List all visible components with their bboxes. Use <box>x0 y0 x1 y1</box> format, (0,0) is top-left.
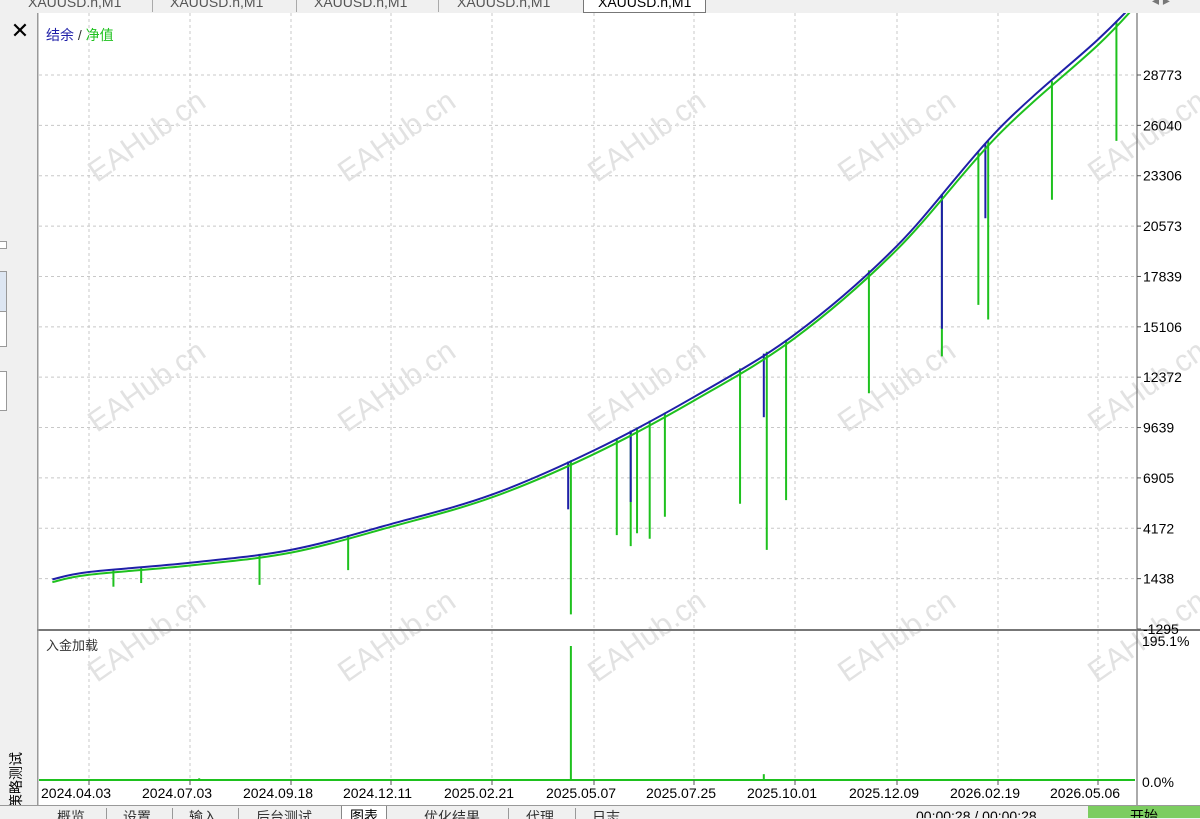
watermark-text: EAHub.cn <box>332 584 462 689</box>
close-panel-button[interactable]: ✕ <box>8 20 32 44</box>
start-button[interactable]: 开始 <box>1088 806 1200 818</box>
watermark-text: EAHub.cn <box>332 84 462 189</box>
time-tick-label: 2025.05.07 <box>546 785 616 801</box>
time-tick-label: 2024.04.03 <box>41 785 111 801</box>
elapsed-timer: 00:00:28 / 00:00:28 <box>916 808 1037 818</box>
price-tick-label: 26040 <box>1143 117 1182 133</box>
price-tick-label: 23306 <box>1143 168 1182 184</box>
watermark-text: EAHub.cn <box>1082 334 1200 439</box>
price-tick-label: 9639 <box>1143 420 1174 436</box>
price-tick-label: 6905 <box>1143 470 1174 486</box>
time-tick-label: 2024.07.03 <box>142 785 212 801</box>
deposit-axis-min: 0.0% <box>1142 774 1174 790</box>
tab-graph[interactable]: 图表 <box>341 806 387 819</box>
chart-tab-5-active[interactable]: XAUUSD.h,M1 <box>583 0 707 13</box>
tab-divider <box>438 0 439 12</box>
legend-separator: / <box>74 27 86 43</box>
strategy-tester-title: 策略测试 <box>8 752 24 808</box>
strip-handle <box>0 241 7 249</box>
deposit-load-label: 入金加载 <box>46 638 98 653</box>
tab-divider <box>106 808 107 819</box>
price-tick-label: 15106 <box>1143 319 1182 335</box>
tab-optimization-results[interactable]: 优化结果 <box>424 807 480 819</box>
strip-panel <box>0 371 7 411</box>
strip-panel <box>0 271 7 313</box>
chart-tab-strip: XAUUSD.h,M1 XAUUSD.h,M1 XAUUSD.h,M1 XAUU… <box>0 0 1200 13</box>
watermark-text: EAHub.cn <box>582 584 712 689</box>
strip-panel <box>0 311 7 347</box>
legend-balance: 结余 <box>46 27 74 43</box>
time-tick-label: 2024.12.11 <box>343 785 412 801</box>
chart-legend: 结余 / 净值 <box>46 27 114 43</box>
price-tick-label: 20573 <box>1143 218 1182 234</box>
watermark-text: EAHub.cn <box>82 84 212 189</box>
price-tick-label: 4172 <box>1143 520 1174 536</box>
price-tick-label: 28773 <box>1143 67 1182 83</box>
price-tick-label: 1438 <box>1143 571 1174 587</box>
time-tick-label: 2025.02.21 <box>444 785 514 801</box>
watermark-text: EAHub.cn <box>1082 84 1200 189</box>
tab-settings[interactable]: 设置 <box>123 807 151 819</box>
tab-divider <box>575 808 576 819</box>
time-tick-label: 2025.07.25 <box>646 785 716 801</box>
equity-line <box>52 13 1131 584</box>
time-tick-label: 2024.09.18 <box>243 785 313 801</box>
scroll-left-arrow-icon[interactable]: ◂ ▸ <box>1152 0 1170 9</box>
chart-tab-3[interactable]: XAUUSD.h,M1 <box>314 0 407 12</box>
tab-divider <box>508 808 509 819</box>
watermark-text: EAHub.cn <box>582 84 712 189</box>
watermark-text: EAHub.cn <box>332 334 462 439</box>
chart-tab-4[interactable]: XAUUSD.h,M1 <box>457 0 550 12</box>
tab-divider <box>238 808 239 819</box>
time-tick-label: 2026.05.06 <box>1050 785 1120 801</box>
tab-divider <box>152 0 153 12</box>
time-axis-labels: 2024.04.03 2024.07.03 2024.09.18 2024.12.11… <box>41 780 1120 801</box>
tab-inputs[interactable]: 输入 <box>189 807 217 819</box>
tab-divider <box>296 0 297 12</box>
legend-equity: 净值 <box>86 27 114 43</box>
tab-overview[interactable]: 概览 <box>57 807 85 819</box>
time-tick-label: 2026.02.19 <box>950 785 1020 801</box>
watermark-text: EAHub.cn <box>82 584 212 689</box>
tab-divider <box>172 808 173 819</box>
tab-journal[interactable]: 日志 <box>592 807 620 819</box>
equity-drawdown-spikes <box>112 20 1118 615</box>
balance-line <box>52 13 1127 581</box>
tester-side-strip <box>0 13 38 805</box>
backtest-chart[interactable]: EAHub.cn EAHub.cn EAHub.cn EAHub.cn EAHub.cn… <box>37 13 1200 805</box>
price-tick-label: 17839 <box>1143 268 1182 284</box>
deposit-axis-max: 195.1% <box>1142 633 1189 649</box>
price-tick-label: 12372 <box>1143 369 1182 385</box>
watermark-text: EAHub.cn <box>82 334 212 439</box>
watermark-layer: EAHub.cn EAHub.cn EAHub.cn EAHub.cn EAHub.cn… <box>82 84 1200 689</box>
time-tick-label: 2025.10.01 <box>747 785 817 801</box>
chart-tab-1[interactable]: XAUUSD.h,M1 <box>28 0 121 12</box>
tab-agents[interactable]: 代理 <box>526 807 554 819</box>
chart-tab-2[interactable]: XAUUSD.h,M1 <box>170 0 263 12</box>
time-tick-label: 2025.12.09 <box>849 785 919 801</box>
tab-backtest[interactable]: 后台测试 <box>256 807 312 819</box>
